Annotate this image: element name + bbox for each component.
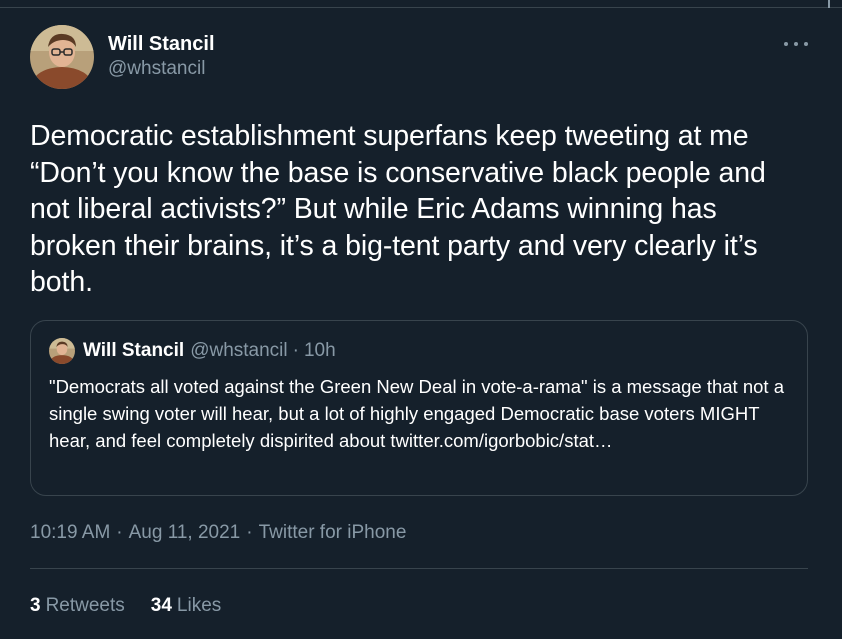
author-block: Will Stancil @whstancil	[108, 32, 215, 82]
author-handle[interactable]: @whstancil	[108, 56, 215, 82]
quoted-tweet-text: "Democrats all voted against the Green N…	[49, 376, 784, 451]
avatar[interactable]	[30, 25, 94, 89]
quoted-tweet-header: Will Stancil @whstancil · 10h	[49, 337, 789, 365]
tweet-stats: 3 Retweets 34 Likes	[30, 593, 247, 619]
divider	[30, 568, 808, 569]
tweet: Will Stancil @whstancil Democratic estab…	[0, 9, 842, 639]
quoted-author-handle: @whstancil	[190, 340, 288, 361]
quoted-avatar	[49, 338, 75, 364]
retweets-label: Retweets	[45, 595, 125, 616]
tweet-time[interactable]: 10:19 AM	[30, 520, 110, 546]
author-name[interactable]: Will Stancil	[108, 32, 215, 56]
quoted-separator: ·	[292, 340, 299, 361]
likes-stat[interactable]: 34 Likes	[151, 593, 222, 619]
tweet-header: Will Stancil @whstancil	[30, 25, 215, 89]
tweet-metadata: 10:19 AM · Aug 11, 2021 · Twitter for iP…	[30, 520, 406, 546]
quoted-author-name: Will Stancil	[83, 340, 185, 361]
retweets-stat[interactable]: 3 Retweets	[30, 593, 125, 619]
meta-separator: ·	[246, 522, 253, 543]
more-horizontal-icon[interactable]	[784, 39, 808, 49]
quoted-tweet[interactable]: Will Stancil @whstancil · 10h "Democrats…	[30, 320, 808, 496]
likes-label: Likes	[176, 595, 222, 616]
meta-separator: ·	[116, 522, 123, 543]
tweet-source[interactable]: Twitter for iPhone	[259, 520, 407, 546]
scrollbar[interactable]	[828, 0, 830, 8]
retweets-count: 3	[30, 595, 41, 616]
tweet-date[interactable]: Aug 11, 2021	[129, 520, 241, 546]
quoted-time: 10h	[303, 340, 336, 361]
likes-count: 34	[150, 595, 172, 616]
tweet-text: Democratic establishment superfans keep …	[30, 120, 766, 298]
top-border	[0, 0, 842, 8]
